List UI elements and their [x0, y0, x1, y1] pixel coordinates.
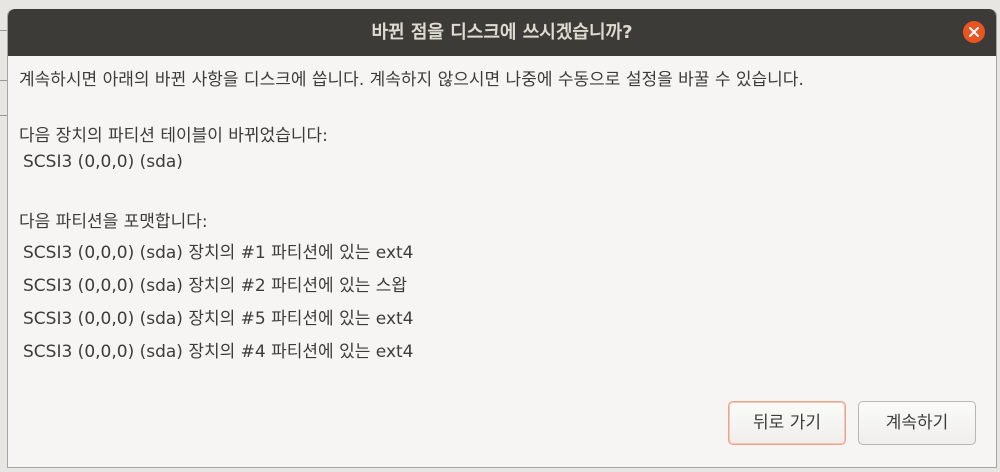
- continue-button[interactable]: 계속하기: [858, 401, 976, 445]
- dialog-titlebar: 바뀐 점을 디스크에 쓰시겠습니까?: [8, 9, 996, 56]
- dialog-title: 바뀐 점을 디스크에 쓰시겠습니까?: [371, 22, 633, 43]
- partition-table-device-list: SCSI3 (0,0,0) (sda): [19, 149, 996, 175]
- close-icon: [969, 27, 979, 37]
- write-changes-dialog: 바뀐 점을 디스크에 쓰시겠습니까? 계속하시면 아래의 바뀐 사항을 디스크에…: [7, 9, 997, 468]
- partition-table-heading: 다음 장치의 파티션 테이블이 바뀌었습니다:: [19, 126, 328, 146]
- format-partition-item: SCSI3 (0,0,0) (sda) 장치의 #5 파티션에 있는 ext4: [23, 309, 414, 329]
- partition-table-device: SCSI3 (0,0,0) (sda): [23, 152, 183, 172]
- back-button[interactable]: 뒤로 가기: [728, 401, 846, 445]
- format-partition-item: SCSI3 (0,0,0) (sda) 장치의 #1 파티션에 있는 ext4: [23, 243, 414, 263]
- format-partition-list: SCSI3 (0,0,0) (sda) 장치의 #1 파티션에 있는 ext4 …: [19, 240, 996, 365]
- close-button[interactable]: [963, 21, 985, 43]
- format-partition-item: SCSI3 (0,0,0) (sda) 장치의 #2 파티션에 있는 스왑: [23, 276, 408, 296]
- intro-text: 계속하시면 아래의 바뀐 사항을 디스크에 씁니다. 계속하지 않으시면 나중에…: [19, 70, 804, 90]
- dialog-content: 계속하시면 아래의 바뀐 사항을 디스크에 씁니다. 계속하지 않으시면 나중에…: [8, 56, 996, 365]
- format-partition-item: SCSI3 (0,0,0) (sda) 장치의 #4 파티션에 있는 ext4: [23, 342, 414, 362]
- format-heading: 다음 파티션을 포맷합니다:: [19, 212, 208, 232]
